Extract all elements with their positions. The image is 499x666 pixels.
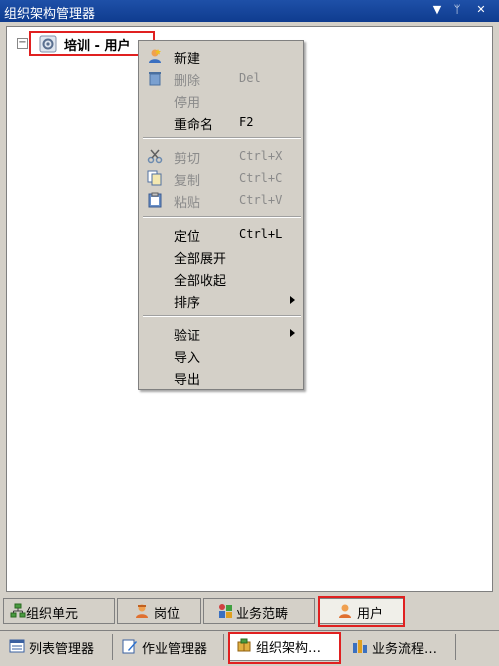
- tab-label-job-manager: 作业管理器: [142, 642, 208, 657]
- menu-shortcut-cut: Ctrl+X: [239, 149, 283, 163]
- business-flow-icon: [353, 640, 367, 653]
- highlight-box-user-tab: [318, 596, 405, 627]
- scissors-icon: [147, 149, 163, 164]
- close-icon[interactable]: ✕: [474, 3, 488, 17]
- menu-item-collapse-all[interactable]: 全部收起: [139, 267, 303, 289]
- tab-business-scope[interactable]: 业务范畴: [203, 598, 315, 624]
- trash-icon: [149, 72, 161, 86]
- menu-label-import: 导入: [174, 351, 201, 366]
- menu-shortcut-rename: F2: [239, 115, 254, 129]
- menu-label-new: 新建: [174, 52, 201, 67]
- menu-item-export[interactable]: 导出: [139, 366, 303, 388]
- submenu-arrow-icon: [290, 329, 295, 337]
- highlight-box-org-manager-tab: [228, 632, 341, 664]
- tab-label-list-manager: 列表管理器: [29, 642, 95, 657]
- menu-item-delete[interactable]: 删除 Del: [139, 67, 303, 89]
- menu-item-locate[interactable]: 定位 Ctrl+L: [139, 223, 303, 245]
- business-scope-icon: [219, 604, 232, 618]
- clipboard-icon: [148, 192, 162, 208]
- menu-label-collapse-all: 全部收起: [174, 274, 227, 289]
- tab-label-position: 岗位: [154, 607, 181, 622]
- tab-business-flow[interactable]: 业务流程…: [346, 634, 456, 660]
- submenu-arrow-icon: [290, 296, 295, 304]
- menu-shortcut-locate: Ctrl+L: [239, 227, 283, 241]
- menu-label-validate: 验证: [174, 329, 201, 344]
- dropdown-icon[interactable]: ▼: [430, 3, 444, 17]
- list-manager-icon: [9, 639, 25, 653]
- menu-shortcut-paste: Ctrl+V: [239, 193, 283, 207]
- menu-label-expand-all: 全部展开: [174, 252, 227, 267]
- tab-org-unit[interactable]: 组织单元: [3, 598, 115, 624]
- menu-item-disable[interactable]: 停用: [139, 89, 303, 111]
- menu-item-new[interactable]: 新建: [139, 45, 303, 67]
- panel-title-bar: 组织架构管理器 ▼ ᛘ ✕: [0, 0, 499, 22]
- menu-label-cut: 剪切: [174, 152, 201, 167]
- panel-title: 组织架构管理器: [4, 7, 96, 22]
- menu-label-rename: 重命名: [174, 118, 214, 133]
- menu-shortcut-copy: Ctrl+C: [239, 171, 283, 185]
- menu-label-delete: 删除: [174, 74, 201, 89]
- collapse-icon[interactable]: −: [17, 38, 28, 49]
- context-menu: 新建 删除 Del 停用 重命名 F2 剪切 Ctrl+X 复制 Ctrl+C: [138, 40, 304, 390]
- menu-label-sort: 排序: [174, 296, 201, 311]
- org-unit-icon: [10, 603, 26, 618]
- pin-icon[interactable]: ᛘ: [450, 3, 464, 17]
- menu-label-locate: 定位: [174, 230, 201, 245]
- menu-separator: [143, 216, 301, 218]
- menu-item-copy[interactable]: 复制 Ctrl+C: [139, 167, 303, 189]
- menu-item-cut[interactable]: 剪切 Ctrl+X: [139, 145, 303, 167]
- menu-item-validate[interactable]: 验证: [139, 322, 303, 344]
- tab-list-manager[interactable]: 列表管理器: [3, 634, 113, 660]
- category-tab-bar: 组织单元 岗位 业务范畴 用户: [0, 596, 499, 626]
- highlight-box-root: [29, 31, 155, 56]
- tab-label-business-flow: 业务流程…: [372, 642, 438, 657]
- menu-label-paste: 粘贴: [174, 196, 201, 211]
- job-manager-icon: [122, 639, 137, 654]
- menu-item-rename[interactable]: 重命名 F2: [139, 111, 303, 133]
- menu-separator: [143, 315, 301, 317]
- menu-item-paste[interactable]: 粘贴 Ctrl+V: [139, 189, 303, 211]
- menu-item-expand-all[interactable]: 全部展开: [139, 245, 303, 267]
- menu-label-export: 导出: [174, 373, 201, 388]
- position-icon: [136, 604, 148, 618]
- tab-label-business-scope: 业务范畴: [236, 607, 289, 622]
- copy-icon: [147, 170, 162, 186]
- tab-position[interactable]: 岗位: [117, 598, 201, 624]
- menu-separator: [143, 137, 301, 139]
- menu-label-disable: 停用: [174, 96, 201, 111]
- tab-label-org-unit: 组织单元: [26, 607, 79, 622]
- menu-item-sort[interactable]: 排序: [139, 289, 303, 311]
- tab-job-manager[interactable]: 作业管理器: [116, 634, 224, 660]
- menu-label-copy: 复制: [174, 174, 201, 189]
- menu-item-import[interactable]: 导入: [139, 344, 303, 366]
- menu-shortcut-delete: Del: [239, 71, 261, 85]
- new-user-icon: [149, 49, 161, 63]
